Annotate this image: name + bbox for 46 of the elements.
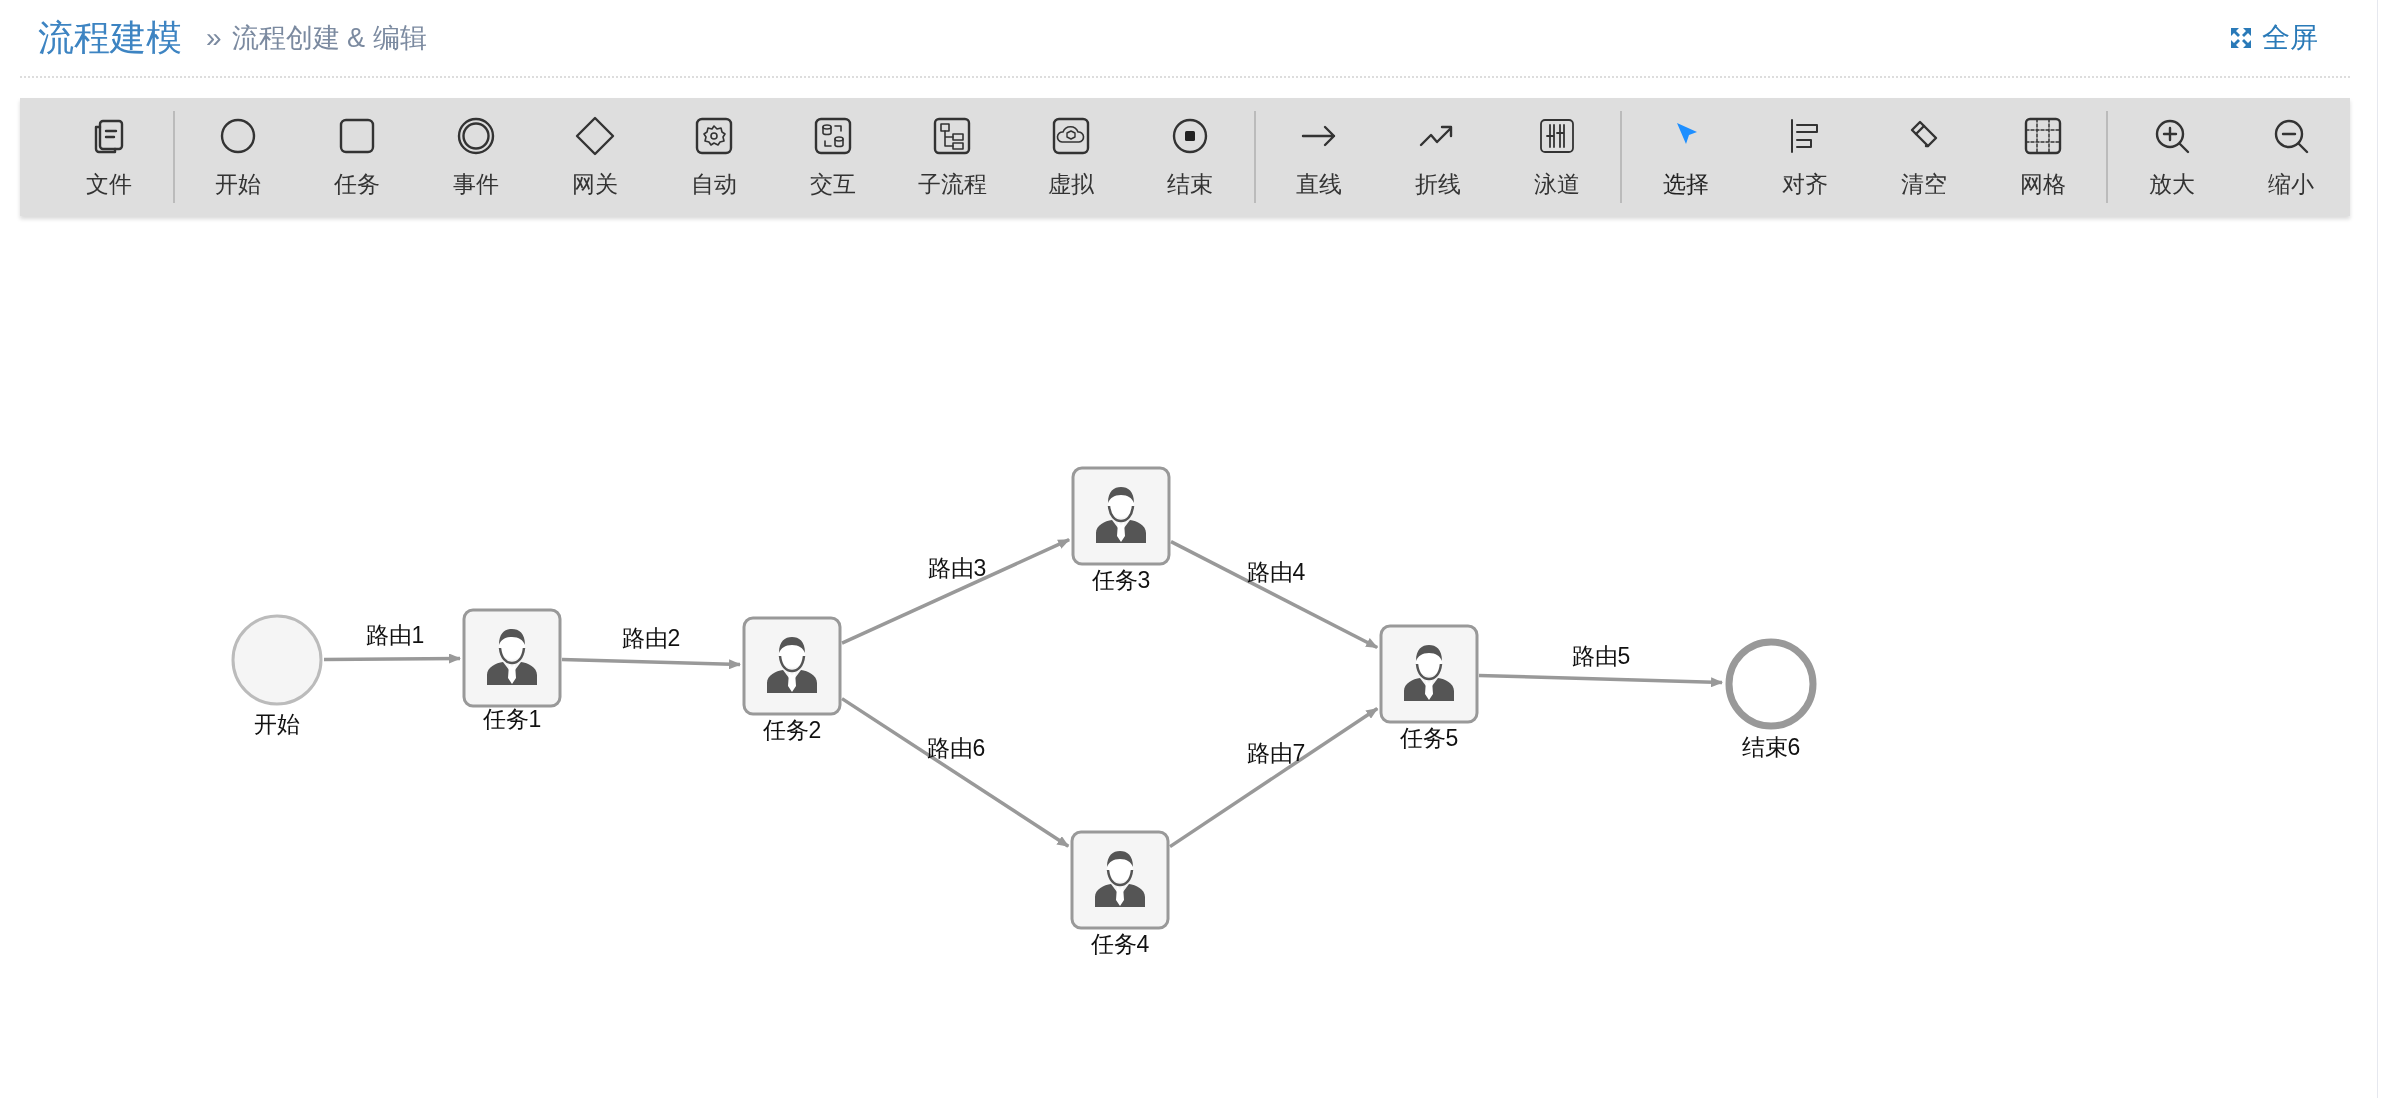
toolbar-button[interactable]: 交互 [773,104,893,210]
toolbar-button[interactable]: 放大 [2112,104,2232,210]
node-label: 任务1 [482,706,542,732]
node-label: 任务3 [1091,567,1151,593]
toolbar-button[interactable]: 任务 [297,104,417,210]
diamond-icon [574,114,617,157]
route-label: 路由7 [1246,740,1306,766]
node-label: 任务2 [762,717,822,743]
user-task-node[interactable] [742,616,842,716]
toolbar-button[interactable]: 对齐 [1745,104,1865,210]
toolbar-button[interactable]: 开始 [178,104,298,210]
route-label: 路由1 [365,622,425,648]
toolbar-button[interactable]: 选择 [1626,104,1746,210]
start-event-node[interactable] [231,614,323,706]
end-event-node[interactable] [1725,638,1817,730]
route-label: 路由6 [926,735,986,761]
toolbar-button[interactable]: 缩小 [2231,104,2351,210]
route-label: 路由3 [927,555,987,581]
toolbar-button[interactable]: 清空 [1864,104,1984,210]
toolbar-button[interactable]: 事件 [416,104,536,210]
route-label: 路由4 [1246,559,1306,585]
toolbar-button[interactable]: 自动 [654,104,774,210]
toolbar-button[interactable]: 网格 [1983,104,2103,210]
toolbar-button[interactable]: 文件 [50,104,169,210]
fullscreen-button[interactable]: 全屏 [2230,19,2318,57]
route-label: 路由2 [621,625,681,651]
toolbar-button[interactable]: 折线 [1378,104,1498,210]
route-label: 路由5 [1571,643,1631,669]
toolbar-button[interactable]: 结束 [1130,104,1250,210]
page-title: 流程建模 [38,15,182,60]
node-label: 任务5 [1399,725,1459,751]
toolbar-button[interactable]: 虚拟 [1011,104,1131,210]
toolbar-button[interactable]: 泳道 [1497,104,1617,210]
toolbar-button[interactable]: 网关 [535,104,655,210]
breadcrumb: 流程创建 & 编辑 [231,22,427,55]
breadcrumb-separator: » [206,22,222,54]
node-label: 结束6 [1741,734,1801,760]
expand-icon [2230,27,2252,49]
user-task-node[interactable] [1070,830,1170,930]
user-task-node[interactable] [1071,466,1171,566]
node-label: 开始 [254,711,300,737]
toolbar-button[interactable]: 子流程 [892,104,1012,210]
toolbar-button[interactable]: 直线 [1259,104,1379,210]
node-label: 任务4 [1090,931,1150,957]
user-task-node[interactable] [1379,624,1479,724]
user-task-node[interactable] [462,608,562,708]
